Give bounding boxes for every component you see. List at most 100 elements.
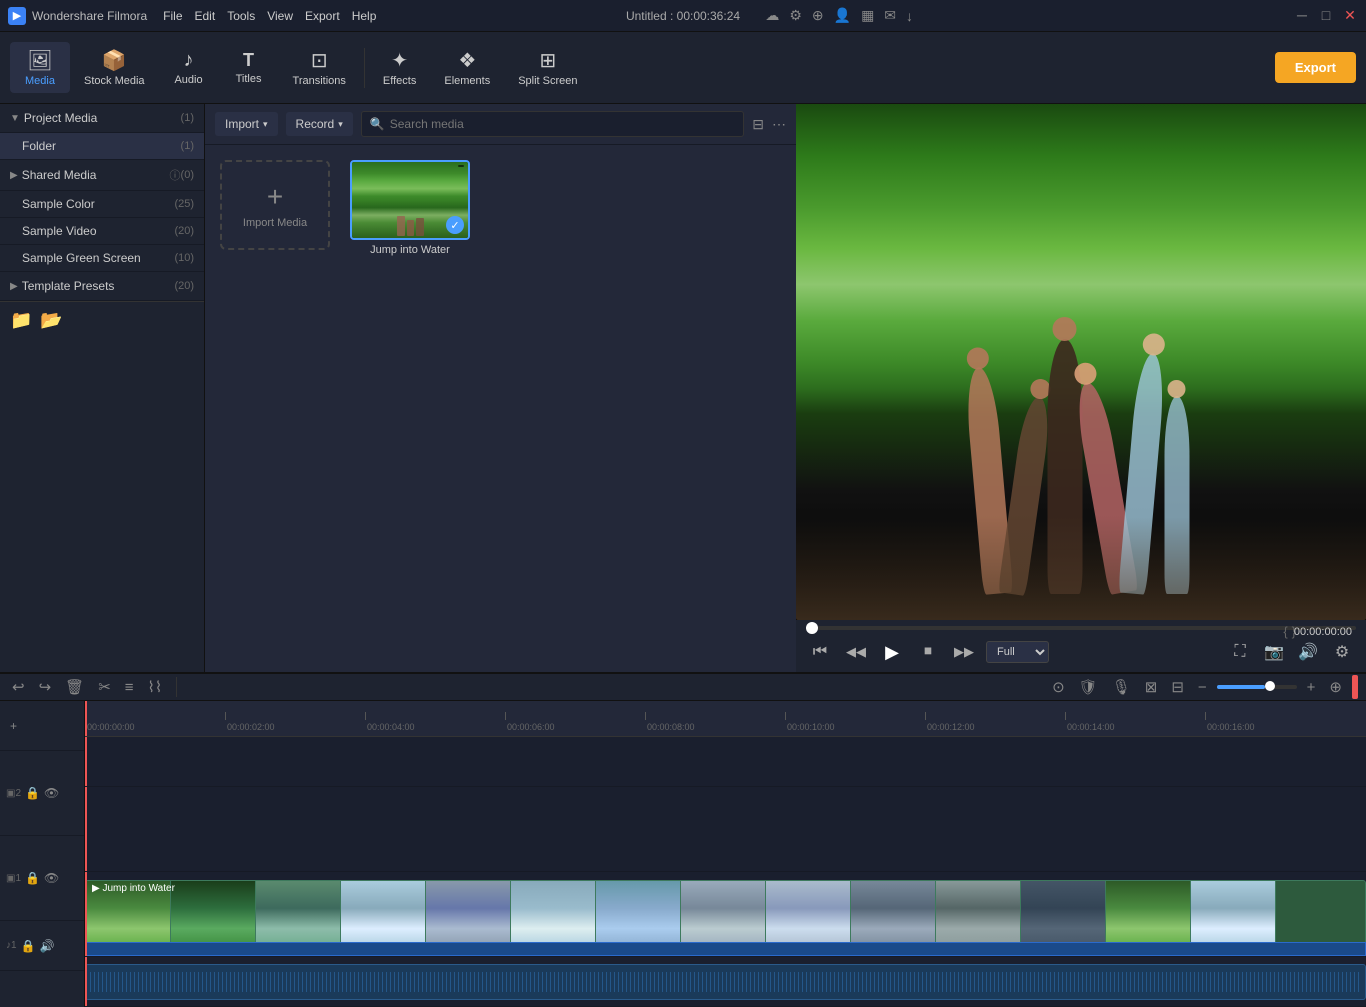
video-clip-jump-into-water[interactable]: ▶ Jump into Water <box>85 880 1366 950</box>
cut-button[interactable]: ✂ <box>94 674 115 700</box>
record-button[interactable]: Record ▾ <box>286 112 353 136</box>
toolbar-split-screen[interactable]: ⊞ Split Screen <box>504 42 591 93</box>
undo-button[interactable]: ↩ <box>8 674 29 700</box>
shield-icon[interactable]: 🛡 <box>1075 674 1102 700</box>
toolbar-titles[interactable]: T Titles <box>219 44 279 91</box>
mic-icon[interactable]: 🎙 <box>1108 674 1135 700</box>
ruler-mark-8: 00:00:16:00 <box>1205 712 1345 732</box>
main-content: ▼ Project Media (1) Folder (1) ▶ Shared … <box>0 104 1366 672</box>
zoom-out-icon[interactable]: − <box>1194 675 1211 700</box>
time-label-8: 00:00:16:00 <box>1205 722 1255 732</box>
menu-file[interactable]: File <box>163 9 182 23</box>
eye-icon-1[interactable]: 👁 <box>44 871 59 885</box>
toolbar-transitions-label: Transitions <box>293 75 346 87</box>
eye-icon-2[interactable]: 👁 <box>44 786 59 800</box>
grid-view-icon[interactable]: ⋯ <box>772 116 786 133</box>
add-track-icon[interactable]: ⊕ <box>1325 674 1346 700</box>
clip-frame-12 <box>1021 881 1106 949</box>
zoom-in-icon[interactable]: + <box>1303 675 1320 700</box>
redo-button[interactable]: ↪ <box>35 674 56 700</box>
prev-frame-button[interactable]: ◀◀ <box>842 638 870 666</box>
elements-icon: ❖ <box>458 48 476 73</box>
filter-icon[interactable]: ⊟ <box>752 116 764 133</box>
toolbar-stock-media[interactable]: 📦 Stock Media <box>70 42 159 93</box>
search-input[interactable] <box>390 117 736 131</box>
sample-green-screen-count: (10) <box>174 252 194 264</box>
snapshot-icon[interactable]: 📷 <box>1260 638 1288 666</box>
lock-icon-2[interactable]: 🔒 <box>25 786 40 800</box>
arrow-right-icon: ▶ <box>10 170 18 181</box>
progress-bar[interactable]: { } 00:00:00:00 <box>806 626 1356 630</box>
sidebar-header-shared-media[interactable]: ▶ Shared Media ⓘ (0) <box>0 160 204 191</box>
media-toolbar: Import ▾ Record ▾ 🔍 ⊟ ⋯ <box>205 104 796 145</box>
menu-edit[interactable]: Edit <box>195 9 216 23</box>
toolbar-split-screen-label: Split Screen <box>518 75 577 87</box>
close-button[interactable]: ✕ <box>1342 7 1358 24</box>
support-icon[interactable]: ⊕ <box>812 7 824 24</box>
sidebar-item-sample-green-screen[interactable]: Sample Green Screen (10) <box>0 245 204 272</box>
timeline-ruler[interactable]: 00:00:00:00 00:00:02:00 00:00:04:00 00:0… <box>85 701 1366 737</box>
settings-icon[interactable]: ⚙ <box>789 7 802 24</box>
thumb-duration <box>458 165 464 167</box>
import-button[interactable]: Import ▾ <box>215 112 278 136</box>
minimize-button[interactable]: ─ <box>1294 7 1310 24</box>
ruler-mark-4: 00:00:08:00 <box>645 712 785 732</box>
audio-settings-button[interactable]: ≡ <box>121 675 138 700</box>
toolbar-audio[interactable]: ♪ Audio <box>159 43 219 92</box>
clip-frames <box>86 881 1276 949</box>
fit-timeline-icon[interactable]: ⊟ <box>1167 674 1188 700</box>
titles-icon: T <box>243 50 254 71</box>
sidebar-header-project-media[interactable]: ▼ Project Media (1) <box>0 104 204 133</box>
settings-preview-icon[interactable]: ⚙ <box>1328 638 1356 666</box>
toolbar-effects[interactable]: ✦ Effects <box>369 42 430 93</box>
toolbar-media[interactable]: 🖼 Media <box>10 42 70 93</box>
sidebar-section-template-presets: ▶ Template Presets (20) <box>0 272 204 301</box>
timeline-content: + ▣2 🔒 👁 ▣1 🔒 👁 ♪1 🔒 🔊 <box>0 701 1366 1007</box>
mute-icon-audio[interactable]: 🔊 <box>40 939 55 953</box>
next-frame-button[interactable]: ▶▶ <box>950 638 978 666</box>
toolbar-elements[interactable]: ❖ Elements <box>430 42 504 93</box>
time-label-1: 00:00:02:00 <box>225 722 275 732</box>
sidebar-item-sample-color[interactable]: Sample Color (25) <box>0 191 204 218</box>
add-track-icon-side[interactable]: + <box>10 719 17 733</box>
import-media-button[interactable]: + Import Media <box>220 160 330 250</box>
audio-clip[interactable] <box>85 964 1366 1000</box>
zoom-track[interactable] <box>1217 685 1297 689</box>
sidebar-header-template-presets[interactable]: ▶ Template Presets (20) <box>0 272 204 301</box>
ruler-mark-7: 00:00:14:00 <box>1065 712 1205 732</box>
panel-icon[interactable]: ▦ <box>861 7 874 24</box>
account-icon[interactable]: 👤 <box>834 7 851 24</box>
stop-button[interactable]: ⏹ <box>914 638 942 666</box>
maximize-button[interactable]: □ <box>1318 7 1334 24</box>
rewind-button[interactable]: ⏮ <box>806 638 834 666</box>
sample-green-screen-label: Sample Green Screen <box>22 251 174 265</box>
lock-icon-audio[interactable]: 🔒 <box>21 939 36 953</box>
new-folder-button[interactable]: 📂 <box>40 310 62 331</box>
audio-track-row <box>85 957 1366 1007</box>
play-button[interactable]: ▶ <box>878 638 906 666</box>
media-thumbnail-jump-into-water[interactable]: ✓ Jump into Water <box>350 160 470 256</box>
export-button[interactable]: Export <box>1275 52 1356 83</box>
sample-color-count: (25) <box>174 198 194 210</box>
window-controls: ─ □ ✕ <box>1294 7 1358 24</box>
mail-icon[interactable]: ✉ <box>884 7 896 24</box>
toolbar-transitions[interactable]: ⊡ Transitions <box>279 42 360 93</box>
sidebar-item-folder[interactable]: Folder (1) <box>0 133 204 160</box>
zoom-fill <box>1217 685 1265 689</box>
delete-button[interactable]: 🗑 <box>61 674 88 700</box>
add-media-folder-button[interactable]: 📁 <box>10 310 32 331</box>
menu-export[interactable]: Export <box>305 9 340 23</box>
menu-view[interactable]: View <box>267 9 293 23</box>
volume-icon[interactable]: 🔊 <box>1294 638 1322 666</box>
fullscreen-icon[interactable]: ⛶ <box>1226 638 1254 666</box>
waveform-button[interactable]: ⌇⌇ <box>144 674 167 700</box>
zoom-select[interactable]: Full 50% 75% 100% <box>986 641 1049 663</box>
sidebar-item-sample-video[interactable]: Sample Video (20) <box>0 218 204 245</box>
cloud-icon[interactable]: ☁ <box>765 7 779 24</box>
lock-icon-1[interactable]: 🔒 <box>25 871 40 885</box>
track-settings-icon[interactable]: ⊠ <box>1141 674 1162 700</box>
download-icon[interactable]: ↓ <box>906 8 913 24</box>
menu-help[interactable]: Help <box>352 9 377 23</box>
menu-tools[interactable]: Tools <box>227 9 255 23</box>
snap-icon[interactable]: ⊙ <box>1048 674 1069 700</box>
